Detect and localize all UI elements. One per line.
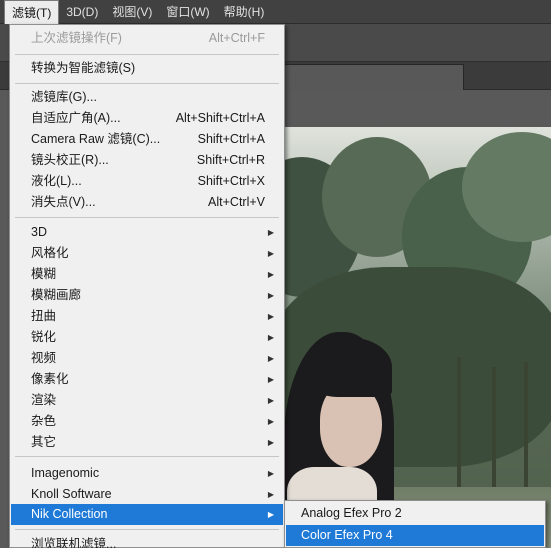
menu-item-label: 杂色: [31, 414, 57, 428]
menu-filter[interactable]: 滤镜(T): [4, 0, 60, 24]
menu-item-label: 转换为智能滤镜(S): [31, 61, 136, 75]
menu-view[interactable]: 视图(V): [105, 0, 159, 24]
menu-item-blur-gallery[interactable]: 模糊画廊 ▶: [11, 285, 283, 306]
menu-item-distort[interactable]: 扭曲 ▶: [11, 306, 283, 327]
menu-item-shortcut: Shift+Ctrl+X: [197, 174, 265, 188]
menu-item-convert-smart-filter[interactable]: 转换为智能滤镜(S): [11, 58, 283, 79]
submenu-arrow-icon: ▶: [267, 417, 274, 426]
menu-item-sharpen[interactable]: 锐化 ▶: [11, 327, 283, 348]
menu-item-lens-correction[interactable]: 镜头校正(R)... Shift+Ctrl+R: [11, 150, 283, 171]
menu-item-label: 模糊: [31, 267, 57, 281]
menu-separator: [15, 83, 279, 84]
menu-item-imagenomic[interactable]: Imagenomic ▶: [11, 463, 283, 484]
menu-item-shortcut: Shift+Ctrl+A: [197, 132, 265, 146]
submenu-arrow-icon: ▶: [267, 333, 274, 342]
submenu-arrow-icon: ▶: [267, 438, 274, 447]
menu-item-browse-online-filters[interactable]: 浏览联机滤镜...: [11, 534, 283, 548]
submenu-arrow-icon: ▶: [267, 510, 274, 519]
photo-hair-fringe: [302, 337, 392, 397]
menu-item-label: 消失点(V)...: [31, 195, 96, 209]
submenu-arrow-icon: ▶: [267, 228, 274, 237]
nik-collection-submenu: Analog Efex Pro 2 Color Efex Pro 4: [284, 500, 546, 548]
menu-item-label: 上次滤镜操作(F): [31, 31, 122, 45]
menu-item-shortcut: Alt+Ctrl+V: [208, 195, 265, 209]
menu-item-label: 渲染: [31, 393, 57, 407]
menu-item-video[interactable]: 视频 ▶: [11, 348, 283, 369]
photo-trunk: [492, 367, 496, 497]
menu-separator: [15, 54, 279, 55]
menu-item-label: 其它: [31, 435, 57, 449]
menu-item-label: 风格化: [31, 246, 69, 260]
menu-item-last-filter: 上次滤镜操作(F) Alt+Ctrl+F: [11, 28, 283, 49]
menu-item-vanishing-point[interactable]: 消失点(V)... Alt+Ctrl+V: [11, 192, 283, 213]
menu-item-pixelate[interactable]: 像素化 ▶: [11, 369, 283, 390]
menu-item-label: Camera Raw 滤镜(C)...: [31, 132, 161, 146]
document-tab[interactable]: [284, 64, 464, 90]
menu-item-label: Imagenomic: [31, 466, 100, 480]
menu-separator: [15, 456, 279, 457]
submenu-arrow-icon: ▶: [267, 396, 274, 405]
menu-item-adaptive-wide-angle[interactable]: 自适应广角(A)... Alt+Shift+Ctrl+A: [11, 108, 283, 129]
menu-item-label: Analog Efex Pro 2: [301, 506, 402, 520]
menu-item-label: 像素化: [31, 372, 69, 386]
menu-item-label: 镜头校正(R)...: [31, 153, 109, 167]
menu-separator: [15, 217, 279, 218]
menu-item-shortcut: Alt+Shift+Ctrl+A: [175, 111, 265, 125]
menu-bar: 滤镜(T) 3D(D) 视图(V) 窗口(W) 帮助(H): [0, 0, 551, 24]
submenu-item-color-efex-pro[interactable]: Color Efex Pro 4: [286, 525, 544, 546]
menu-item-liquify[interactable]: 液化(L)... Shift+Ctrl+X: [11, 171, 283, 192]
menu-item-blur[interactable]: 模糊 ▶: [11, 264, 283, 285]
menu-item-shortcut: Shift+Ctrl+R: [196, 153, 265, 167]
menu-item-shortcut: Alt+Ctrl+F: [208, 31, 265, 45]
menu-item-label: 3D: [31, 225, 47, 239]
menu-item-camera-raw[interactable]: Camera Raw 滤镜(C)... Shift+Ctrl+A: [11, 129, 283, 150]
menu-item-label: 扭曲: [31, 309, 57, 323]
submenu-arrow-icon: ▶: [267, 490, 274, 499]
menu-item-label: 滤镜库(G)...: [31, 90, 97, 104]
menu-item-label: 模糊画廊: [31, 288, 82, 302]
menu-item-noise[interactable]: 杂色 ▶: [11, 411, 283, 432]
menu-help[interactable]: 帮助(H): [217, 0, 272, 24]
menu-item-label: 锐化: [31, 330, 57, 344]
menu-item-filter-gallery[interactable]: 滤镜库(G)...: [11, 87, 283, 108]
submenu-arrow-icon: ▶: [267, 354, 274, 363]
menu-3d[interactable]: 3D(D): [59, 0, 105, 24]
menu-item-label: Knoll Software: [31, 487, 112, 501]
menu-item-3d[interactable]: 3D ▶: [11, 222, 283, 243]
submenu-arrow-icon: ▶: [267, 249, 274, 258]
menu-item-label: 浏览联机滤镜...: [31, 537, 117, 548]
menu-item-label: 液化(L)...: [31, 174, 82, 188]
menu-item-render[interactable]: 渲染 ▶: [11, 390, 283, 411]
submenu-item-analog-efex-pro[interactable]: Analog Efex Pro 2: [286, 503, 544, 524]
filter-menu: 上次滤镜操作(F) Alt+Ctrl+F 转换为智能滤镜(S) 滤镜库(G)..…: [9, 24, 285, 548]
menu-item-label: Nik Collection: [31, 507, 108, 521]
menu-item-knoll-software[interactable]: Knoll Software ▶: [11, 484, 283, 505]
menu-item-stylize[interactable]: 风格化 ▶: [11, 243, 283, 264]
menu-item-label: 自适应广角(A)...: [31, 111, 121, 125]
photo-trunk: [457, 357, 461, 497]
photo-trunk: [524, 362, 528, 497]
photo-canvas[interactable]: [262, 127, 551, 548]
submenu-arrow-icon: ▶: [267, 270, 274, 279]
menu-window[interactable]: 窗口(W): [159, 0, 216, 24]
submenu-arrow-icon: ▶: [267, 469, 274, 478]
menu-item-label: 视频: [31, 351, 57, 365]
menu-item-other[interactable]: 其它 ▶: [11, 432, 283, 453]
menu-item-label: Color Efex Pro 4: [301, 528, 393, 542]
menu-item-nik-collection[interactable]: Nik Collection ▶: [11, 504, 283, 525]
menu-separator: [15, 529, 279, 530]
submenu-arrow-icon: ▶: [267, 312, 274, 321]
submenu-arrow-icon: ▶: [267, 291, 274, 300]
submenu-arrow-icon: ▶: [267, 375, 274, 384]
